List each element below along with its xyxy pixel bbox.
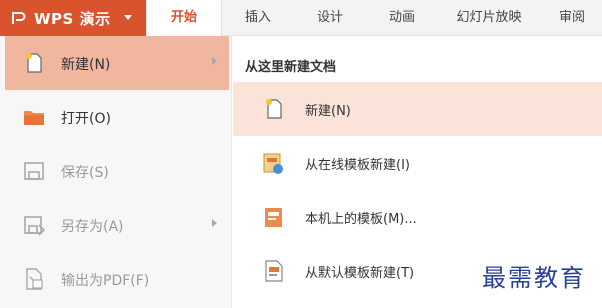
watermark-text: 最需教育 <box>482 264 586 292</box>
save-as-icon <box>24 216 46 236</box>
submenu-item-label: 从在线模板新建(I) <box>305 158 410 173</box>
submenu-item-label: 本机上的模板(M)... <box>305 212 417 227</box>
menu-item-export-pdf[interactable]: 输出为PDF(F) <box>5 252 229 306</box>
tab-animation[interactable]: 动画 <box>374 0 430 36</box>
menu-item-label: 打开(O) <box>61 111 111 127</box>
app-title: WPS 演示 <box>34 9 111 28</box>
save-icon <box>24 162 44 180</box>
local-template-icon <box>265 208 282 227</box>
submenu-item-online-template[interactable]: 从在线模板新建(I) <box>233 136 602 190</box>
file-menu: 新建(N) 打开(O) 保存(S) 另存为(A) 输出为PDF(F) <box>0 36 232 308</box>
new-document-icon <box>26 53 42 73</box>
menu-item-label: 输出为PDF(F) <box>61 273 150 289</box>
default-template-icon <box>265 260 283 282</box>
submenu-item-local-template[interactable]: 本机上的模板(M)... <box>233 190 602 244</box>
submenu-item-new-blank[interactable]: 新建(N) <box>233 82 602 136</box>
online-template-icon <box>263 153 283 174</box>
menu-item-new[interactable]: 新建(N) <box>5 36 229 90</box>
menu-item-label: 保存(S) <box>61 165 109 181</box>
pdf-export-icon <box>26 268 43 290</box>
folder-icon <box>24 111 44 125</box>
app-menu-caret-icon <box>124 15 132 20</box>
ribbon-bar: WPS 演示 开始 插入 设计 动画 幻灯片放映 审阅 <box>0 0 602 37</box>
menu-item-label: 新建(N) <box>61 57 111 73</box>
wps-logo-icon <box>12 12 26 24</box>
tab-review[interactable]: 审阅 <box>544 0 600 36</box>
submenu-item-label: 新建(N) <box>305 104 351 119</box>
submenu-arrow-icon <box>212 57 217 65</box>
tab-design[interactable]: 设计 <box>302 0 358 36</box>
menu-item-label: 另存为(A) <box>61 219 124 235</box>
tab-home[interactable]: 开始 <box>146 0 222 37</box>
submenu-item-label: 从默认模板新建(T) <box>305 266 415 281</box>
menu-item-save-as[interactable]: 另存为(A) <box>5 198 229 252</box>
app-menu-button[interactable]: WPS 演示 <box>0 0 146 36</box>
tab-insert[interactable]: 插入 <box>230 0 286 36</box>
submenu-arrow-icon <box>212 219 217 227</box>
tab-slideshow[interactable]: 幻灯片放映 <box>446 0 532 36</box>
menu-item-open[interactable]: 打开(O) <box>5 90 229 144</box>
submenu-title: 从这里新建文档 <box>245 60 337 75</box>
menu-item-save[interactable]: 保存(S) <box>5 144 229 198</box>
new-blank-icon <box>266 99 282 119</box>
